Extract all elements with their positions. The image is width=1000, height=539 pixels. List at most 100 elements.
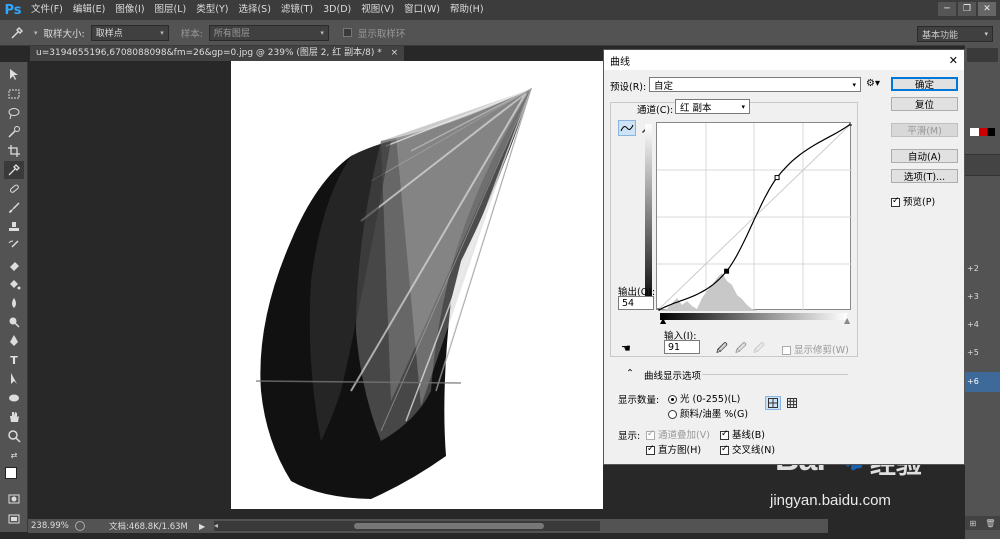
preview-checkbox[interactable] [891,196,900,207]
white-eyedropper-icon[interactable]: 🖉 [753,340,765,359]
delete-channel-icon[interactable]: 🗑 [985,519,995,528]
ellipse-tool-icon[interactable] [4,389,24,407]
zoom-tool-icon[interactable] [4,427,24,445]
grid-4x4-icon[interactable] [765,396,781,410]
black-point-slider-icon[interactable]: ▲ [660,316,666,325]
black-eyedropper-icon[interactable]: 🖉 [716,340,728,359]
restore-button[interactable]: ❐ [958,2,976,16]
marquee-tool-icon[interactable] [4,85,24,103]
channel-row-2[interactable]: +3 [967,292,979,301]
channel-row-3[interactable]: +4 [967,320,979,329]
show-clipping-option[interactable]: 显示修剪(W) [782,342,849,356]
workspace-select[interactable]: 基本功能 ▾ [917,26,993,42]
menu-3d[interactable]: 3D(D) [318,0,356,20]
quick-select-tool-icon[interactable] [4,123,24,141]
status-info-icon[interactable] [75,521,85,531]
eyedropper-tool-preset-icon[interactable] [6,24,28,42]
path-selection-tool-icon[interactable] [4,370,24,388]
light-option[interactable]: 光 (0-255)(L) [668,391,740,405]
preset-select[interactable]: 自定 ▾ [649,77,861,92]
channel-row-1[interactable]: +2 [967,264,979,273]
scroll-left-icon[interactable]: ◂ [214,521,218,530]
curve-point[interactable] [849,120,855,126]
histogram-option[interactable]: 直方图(H) [646,442,701,456]
menu-layer[interactable]: 图层(L) [150,0,192,20]
move-tool-icon[interactable] [4,66,24,84]
smooth-button[interactable]: 平滑(M) [891,123,958,137]
pen-tool-icon[interactable] [4,332,24,350]
ok-button[interactable]: 确定 [891,77,958,91]
new-channel-icon[interactable]: ⊞ [970,519,977,528]
grid-10x10-icon[interactable] [784,396,800,410]
color-swatch-strip[interactable] [970,128,995,136]
curve-graph[interactable] [654,120,855,314]
channel-select[interactable]: 红 副本 ▾ [675,99,750,114]
targeted-adjustment-icon[interactable]: ☚ [621,342,631,355]
clone-stamp-tool-icon[interactable] [4,218,24,236]
input-field[interactable]: 91 [664,340,700,354]
menu-image[interactable]: 图像(I) [110,0,149,20]
minimize-button[interactable]: ─ [938,2,956,16]
paint-bucket-tool-icon[interactable] [4,275,24,293]
reset-button[interactable]: 复位 [891,97,958,111]
gray-eyedropper-icon[interactable]: 🖉 [735,340,747,359]
foreground-color-swatch[interactable] [5,467,17,479]
scrollbar-thumb[interactable] [354,523,544,529]
close-tab-icon[interactable]: × [391,48,399,58]
output-field[interactable]: 54 [618,296,654,310]
quick-mask-icon[interactable] [4,490,24,508]
auto-button[interactable]: 自动(A) [891,149,958,163]
dialog-close-icon[interactable]: ✕ [949,54,958,67]
options-button[interactable]: 选项(T)... [891,169,958,183]
curve-point-tool-icon[interactable] [618,120,636,136]
swap-colors-icon[interactable]: ⇄ [4,446,24,464]
baseline-checkbox[interactable] [720,429,729,440]
document-canvas[interactable] [231,61,603,509]
crop-tool-icon[interactable] [4,142,24,160]
brush-tool-icon[interactable] [4,199,24,217]
dodge-tool-icon[interactable] [4,313,24,331]
channel-row-5-selected[interactable]: +6 [965,372,1000,392]
baseline-option[interactable]: 基线(B) [720,427,765,441]
history-brush-tool-icon[interactable] [4,237,24,255]
histogram-checkbox[interactable] [646,444,655,455]
show-clipping-checkbox[interactable] [782,346,791,355]
close-window-button[interactable]: ✕ [978,2,996,16]
curve-point[interactable] [654,308,660,314]
menu-filter[interactable]: 滤镜(T) [276,0,318,20]
intersection-checkbox[interactable] [720,444,729,455]
pigment-option[interactable]: 颜料/油墨 %(G) [668,406,748,420]
collapse-options-icon[interactable]: ⌃ [626,368,634,379]
healing-brush-tool-icon[interactable] [4,180,24,198]
menu-edit[interactable]: 编辑(E) [68,0,110,20]
preset-chevron-icon[interactable]: ▾ [34,29,38,37]
type-tool-icon[interactable]: T [4,351,24,369]
menu-file[interactable]: 文件(F) [26,0,68,20]
pigment-radio[interactable] [668,410,677,419]
show-ring-checkbox[interactable] [342,28,352,37]
menu-help[interactable]: 帮助(H) [445,0,489,20]
preview-option[interactable]: 预览(P) [891,194,935,208]
eyedropper-tool-icon[interactable] [4,161,24,179]
sample-select[interactable]: 所有图层 ▾ [208,24,329,41]
channel-row-4[interactable]: +5 [967,348,979,357]
curve-point[interactable] [774,175,780,181]
menu-window[interactable]: 窗口(W) [399,0,445,20]
eraser-tool-icon[interactable] [4,256,24,274]
horizontal-scrollbar[interactable]: ◂ [214,521,600,531]
preset-options-gear-icon[interactable]: ⚙▾ [866,78,880,89]
light-radio[interactable] [668,395,677,404]
blur-tool-icon[interactable] [4,294,24,312]
channel-overlay-option[interactable]: 通道叠加(V) [646,427,710,441]
curve-point-selected[interactable] [724,268,730,274]
zoom-level[interactable]: 238.99% [31,521,71,531]
menu-select[interactable]: 选择(S) [233,0,275,20]
sample-size-select[interactable]: 取样点 ▾ [90,24,169,41]
hand-tool-icon[interactable] [4,408,24,426]
intersection-option[interactable]: 交叉线(N) [720,442,775,456]
menu-view[interactable]: 视图(V) [356,0,399,20]
screen-mode-icon[interactable] [4,510,24,528]
menu-type[interactable]: 类型(Y) [191,0,233,20]
white-point-slider-icon[interactable]: ▲ [844,316,850,325]
status-menu-arrow-icon[interactable]: ▶ [199,522,205,531]
